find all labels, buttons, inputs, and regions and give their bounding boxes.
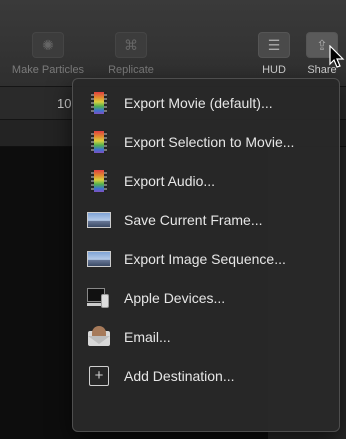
film-icon bbox=[87, 91, 111, 114]
toolbar: ✺ Make Particles ⌘ Replicate ☰ HUD ⇪ Sha… bbox=[0, 0, 346, 87]
menu-item-apple-devices[interactable]: Apple Devices... bbox=[73, 278, 339, 317]
menu-item-label: Export Movie (default)... bbox=[124, 94, 273, 111]
menu-item-label: Save Current Frame... bbox=[124, 211, 263, 228]
film-icon bbox=[87, 130, 111, 153]
menu-item-label: Apple Devices... bbox=[124, 289, 226, 306]
devices-icon bbox=[87, 287, 111, 309]
film-icon bbox=[87, 169, 111, 192]
replicate-label: Replicate bbox=[108, 64, 154, 76]
plus-icon: + bbox=[87, 365, 111, 387]
cursor-icon bbox=[329, 45, 345, 68]
menu-item-label: Add Destination... bbox=[124, 367, 235, 384]
landscape-icon bbox=[87, 248, 111, 270]
menu-item-export-selection[interactable]: Export Selection to Movie... bbox=[73, 122, 339, 161]
menu-item-export-sequence[interactable]: Export Image Sequence... bbox=[73, 239, 339, 278]
menu-item-save-frame[interactable]: Save Current Frame... bbox=[73, 200, 339, 239]
menu-item-label: Email... bbox=[124, 328, 171, 345]
hud-label: HUD bbox=[262, 64, 286, 76]
make-particles-button[interactable]: ✺ Make Particles bbox=[2, 32, 94, 76]
replicate-button[interactable]: ⌘ Replicate bbox=[98, 32, 164, 76]
make-particles-label: Make Particles bbox=[11, 64, 85, 76]
menu-item-export-movie[interactable]: Export Movie (default)... bbox=[73, 83, 339, 122]
share-menu: Export Movie (default)... Export Selecti… bbox=[72, 78, 340, 432]
menu-item-add-destination[interactable]: + Add Destination... bbox=[73, 356, 339, 395]
menu-item-email[interactable]: Email... bbox=[73, 317, 339, 356]
timing-value: 10 bbox=[57, 96, 72, 111]
landscape-icon bbox=[87, 209, 111, 231]
hud-icon: ☰ bbox=[258, 32, 290, 58]
menu-item-label: Export Audio... bbox=[124, 172, 216, 189]
envelope-icon bbox=[87, 325, 111, 348]
particles-icon: ✺ bbox=[32, 32, 64, 58]
menu-item-export-audio[interactable]: Export Audio... bbox=[73, 161, 339, 200]
hud-button[interactable]: ☰ HUD bbox=[252, 32, 296, 76]
replicate-icon: ⌘ bbox=[115, 32, 147, 58]
menu-item-label: Export Selection to Movie... bbox=[124, 133, 295, 150]
menu-item-label: Export Image Sequence... bbox=[124, 250, 286, 267]
